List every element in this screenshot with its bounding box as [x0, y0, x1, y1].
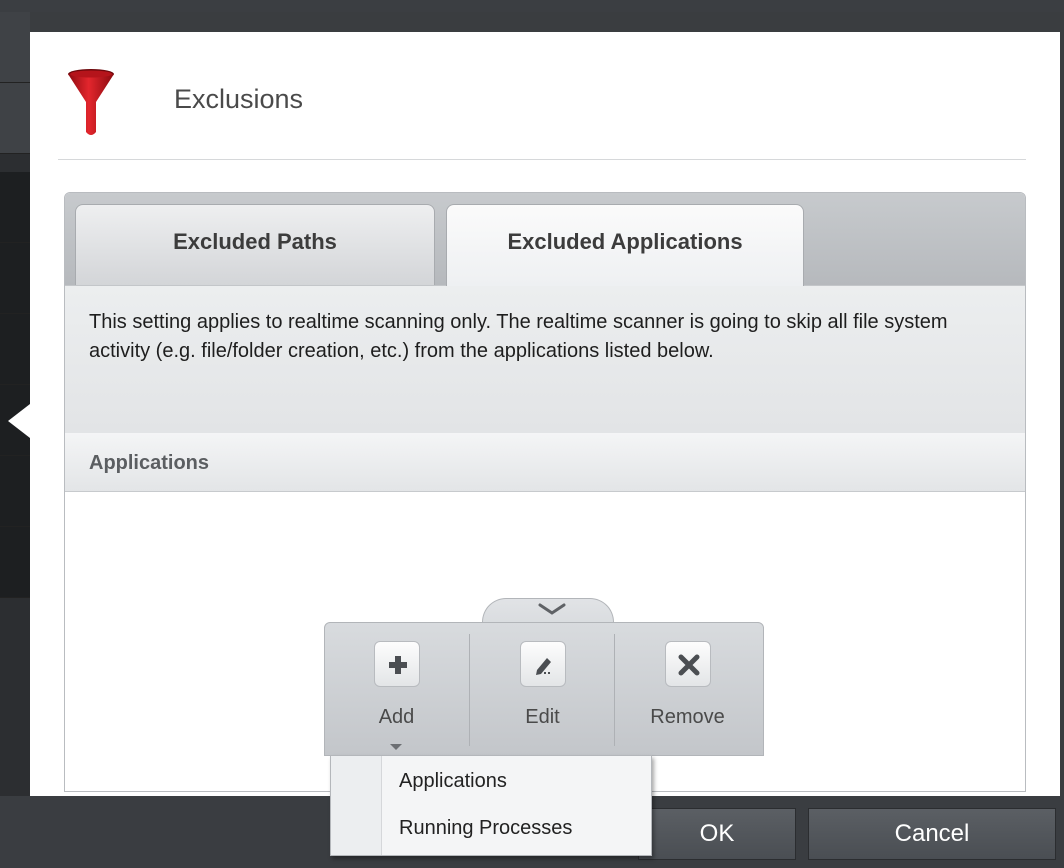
- side-nav-segment[interactable]: [0, 172, 30, 243]
- dialog-title: Exclusions: [174, 84, 304, 114]
- column-header-applications: Applications: [89, 452, 210, 474]
- side-nav-segment[interactable]: [0, 527, 30, 598]
- plus-icon: [388, 656, 407, 674]
- description-text: This setting applies to realtime scannin…: [89, 311, 948, 362]
- header-divider: [58, 159, 1026, 160]
- edit-icon-button[interactable]: [519, 641, 566, 687]
- edit-button[interactable]: Edit: [470, 622, 615, 756]
- remove-icon-button[interactable]: [664, 641, 711, 687]
- selection-pointer-icon: [8, 404, 30, 438]
- ok-button[interactable]: OK: [638, 808, 796, 860]
- chevron-down-icon[interactable]: [537, 601, 567, 619]
- edit-label: Edit: [525, 706, 560, 728]
- add-dropdown-menu: Applications Running Processes: [330, 755, 652, 856]
- side-nav-segment[interactable]: [0, 83, 30, 154]
- add-dropdown-caret-icon[interactable]: [390, 744, 402, 750]
- side-nav-segment[interactable]: [0, 456, 30, 527]
- left-side-nav: [0, 12, 30, 868]
- menu-item-running-processes[interactable]: Running Processes: [399, 817, 572, 840]
- funnel-icon: [68, 69, 114, 135]
- list-column-header[interactable]: Applications: [65, 433, 1025, 492]
- remove-button[interactable]: Remove: [615, 622, 760, 756]
- menu-item-applications[interactable]: Applications: [399, 770, 507, 793]
- add-icon-button[interactable]: [373, 641, 420, 687]
- close-icon: [678, 654, 699, 676]
- menu-icon-gutter: [331, 756, 382, 855]
- side-nav-segment[interactable]: [0, 12, 30, 83]
- tab-bar: Excluded Paths Excluded Applications: [65, 193, 1025, 286]
- description-section: This setting applies to realtime scannin…: [65, 285, 1025, 434]
- add-label: Add: [378, 706, 415, 728]
- pencil-icon: [535, 658, 551, 675]
- side-nav-segment[interactable]: [0, 314, 30, 385]
- side-nav-segment[interactable]: [0, 243, 30, 314]
- window-top-frame: [0, 0, 1064, 12]
- tab-excluded-applications[interactable]: Excluded Applications: [446, 204, 804, 286]
- add-button[interactable]: Add: [324, 622, 469, 756]
- cancel-button[interactable]: Cancel: [808, 808, 1056, 860]
- remove-label: Remove: [650, 706, 725, 728]
- tab-excluded-paths[interactable]: Excluded Paths: [75, 204, 435, 285]
